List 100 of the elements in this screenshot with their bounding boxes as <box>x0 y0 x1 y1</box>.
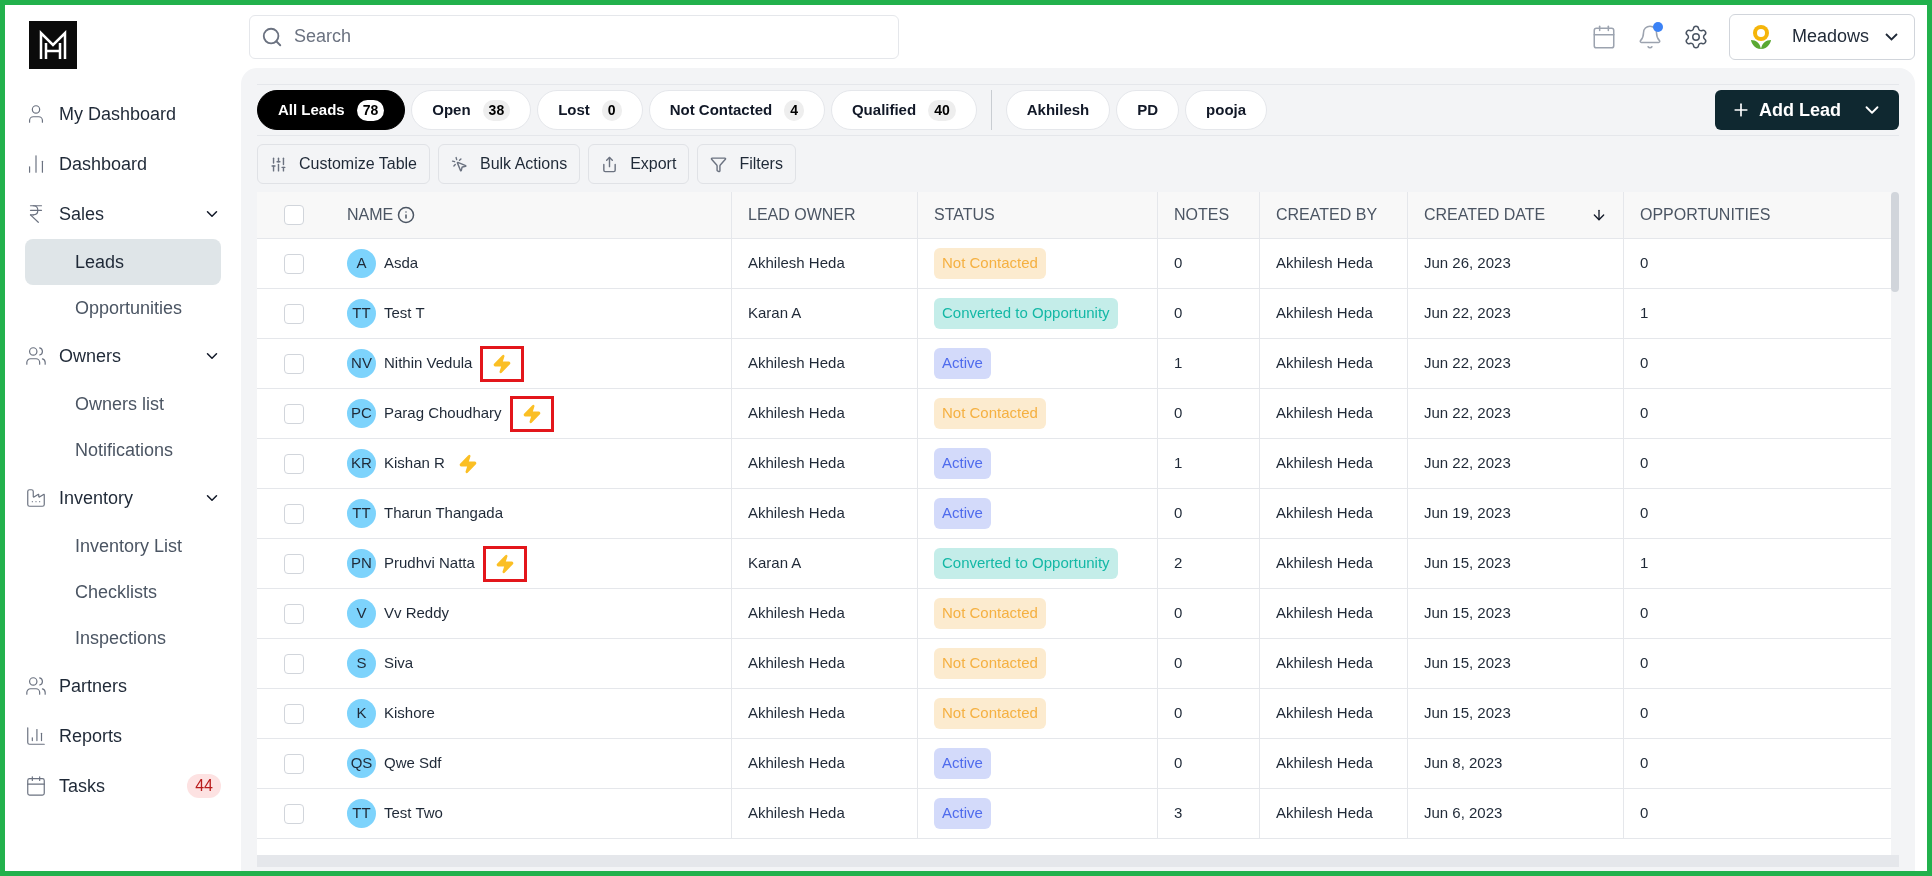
nav-item[interactable]: Owners <box>13 331 233 381</box>
checkbox[interactable] <box>284 553 304 574</box>
nav-subitem[interactable]: Leads <box>25 239 221 285</box>
toolbar-button[interactable]: Bulk Actions <box>438 144 581 184</box>
table-row[interactable]: QS Qwe Sdf Akhilesh Heda Active 0 Akhilesh Heda Jun 8, 2023 0 <box>257 739 1891 789</box>
lead-name[interactable]: Prudhvi Natta <box>384 552 475 575</box>
nav-subitem[interactable]: Owners list <box>25 381 221 427</box>
checkbox[interactable] <box>284 353 304 374</box>
column-header[interactable]: OPPORTUNITIES <box>1640 203 1771 227</box>
nav-label: Sales <box>59 202 105 226</box>
toolbar-button[interactable]: Filters <box>697 144 796 184</box>
nav-item[interactable]: My Dashboard <box>13 89 233 139</box>
checkbox[interactable] <box>284 603 304 624</box>
lead-name[interactable]: Asda <box>384 252 419 275</box>
filter-tab[interactable]: All Leads 78 <box>257 90 406 130</box>
nav-subitem[interactable]: Inventory List <box>25 523 221 569</box>
table-cell-text: Akhilesh Heda <box>1276 603 1373 624</box>
filter-tab[interactable]: Qualified 40 <box>830 90 977 130</box>
nav-item[interactable]: Dashboard <box>13 139 233 189</box>
nav-subitem[interactable]: Notifications <box>25 427 221 473</box>
column-header[interactable]: STATUS <box>934 203 995 227</box>
toolbar-button[interactable]: Export <box>588 144 690 184</box>
table-cell-text: Akhilesh Heda <box>1276 303 1373 324</box>
table-row[interactable]: TT Test Two Akhilesh Heda Active 3 Akhilesh Heda Jun 6, 2023 0 <box>257 789 1891 839</box>
account-dropdown[interactable]: Meadows <box>1728 13 1915 60</box>
checkbox[interactable] <box>284 453 304 474</box>
lead-name[interactable]: Test T <box>384 302 425 325</box>
lead-name[interactable]: Qwe Sdf <box>384 752 442 775</box>
nav-item[interactable]: Inventory <box>13 473 233 523</box>
table-row[interactable]: KR Kishan R Akhilesh Heda Active 1 Akhilesh Heda Jun 22, 2023 0 <box>257 439 1891 489</box>
calendar-icon[interactable] <box>1590 23 1617 50</box>
checkbox[interactable] <box>284 503 304 524</box>
sliders-icon <box>270 155 287 173</box>
lead-name[interactable]: Kishan R <box>384 452 445 475</box>
filter-tab[interactable]: Open 38 <box>411 90 532 130</box>
table-cell-text: Akhilesh Heda <box>748 503 845 524</box>
column-header[interactable]: NAME <box>347 203 394 227</box>
search-field[interactable]: Search <box>249 14 899 59</box>
nav-subitem[interactable]: Inspections <box>25 615 221 661</box>
checkbox[interactable] <box>284 803 304 824</box>
filter-tab[interactable]: Not Contacted 4 <box>648 90 825 130</box>
checkbox[interactable] <box>284 703 304 724</box>
checkbox[interactable] <box>284 303 304 324</box>
table-row[interactable]: PC Parag Choudhary Akhilesh Heda Not Contacted 0 Akhilesh Heda Jun 22, 2023 0 <box>257 389 1891 439</box>
table-row[interactable]: PN Prudhvi Natta Karan A Converted to Opportunity 2 Akhilesh Heda Jun 15, 2023 1 <box>257 539 1891 589</box>
nav-item[interactable]: Sales <box>13 189 233 239</box>
column-header[interactable]: LEAD OWNER <box>748 203 856 227</box>
lead-name[interactable]: Siva <box>384 652 414 675</box>
owner-filter[interactable]: PD <box>1116 90 1180 130</box>
nav-item[interactable]: Partners <box>13 661 233 711</box>
checkbox[interactable] <box>284 753 304 774</box>
status-tag: Not Contacted <box>934 648 1046 679</box>
status-tag: Not Contacted <box>934 598 1046 629</box>
filter-tab[interactable]: Lost 0 <box>537 90 643 130</box>
table-row[interactable]: TT Tharun Thangada Akhilesh Heda Active 0 Akhilesh Heda Jun 19, 2023 0 <box>257 489 1891 539</box>
nav-label: Dashboard <box>59 152 148 176</box>
column-header[interactable]: NOTES <box>1174 203 1230 227</box>
table-row[interactable]: S Siva Akhilesh Heda Not Contacted 0 Akhilesh Heda Jun 15, 2023 0 <box>257 639 1891 689</box>
column-header[interactable]: CREATED BY <box>1276 203 1378 227</box>
table-row[interactable]: A Asda Akhilesh Heda Not Contacted 0 Akhilesh Heda Jun 26, 2023 0 <box>257 239 1891 289</box>
logo[interactable] <box>29 21 77 69</box>
checkbox[interactable] <box>284 653 304 674</box>
nav-item[interactable]: Tasks 44 <box>13 761 233 811</box>
horizontal-scrollbar[interactable] <box>257 855 1899 867</box>
table-row[interactable]: K Kishore Akhilesh Heda Not Contacted 0 Akhilesh Heda Jun 15, 2023 0 <box>257 689 1891 739</box>
table-cell-text: Jun 22, 2023 <box>1424 303 1511 324</box>
table-cell-text: Akhilesh Heda <box>748 403 845 424</box>
table-cell-text: 0 <box>1174 653 1183 674</box>
info-icon[interactable] <box>397 206 416 224</box>
table-cell-text: Akhilesh Heda <box>1276 753 1373 774</box>
table-row[interactable]: NV Nithin Vedula Akhilesh Heda Active 1 Akhilesh Heda Jun 22, 2023 0 <box>257 339 1891 389</box>
table-cell-text: Jun 15, 2023 <box>1424 703 1511 724</box>
lead-name[interactable]: Parag Choudhary <box>384 402 502 425</box>
nav-subitem[interactable]: Checklists <box>25 569 221 615</box>
settings-icon[interactable] <box>1682 23 1709 50</box>
owner-filter[interactable]: Akhilesh <box>1005 90 1111 130</box>
lead-name[interactable]: Kishore <box>384 702 435 725</box>
table-cell-text: Akhilesh Heda <box>748 753 845 774</box>
table-cell-text: Karan A <box>748 303 802 324</box>
table-row[interactable]: V Vv Reddy Akhilesh Heda Not Contacted 0 Akhilesh Heda Jun 15, 2023 0 <box>257 589 1891 639</box>
lead-name[interactable]: Tharun Thangada <box>384 502 503 525</box>
table-cell-text: 0 <box>1174 753 1183 774</box>
column-header[interactable]: CREATED DATE <box>1424 203 1546 227</box>
add-lead-button[interactable]: Add Lead <box>1715 90 1899 130</box>
status-tag: Converted to Opportunity <box>934 298 1118 329</box>
checkbox[interactable] <box>284 403 304 424</box>
checkbox[interactable] <box>284 253 304 274</box>
table-row[interactable]: TT Test T Karan A Converted to Opportunity 0 Akhilesh Heda Jun 22, 2023 1 <box>257 289 1891 339</box>
table-cell-text: 0 <box>1640 753 1649 774</box>
avatar: V <box>347 599 376 628</box>
table-cell-text: Akhilesh Heda <box>748 253 845 274</box>
owner-filter[interactable]: pooja <box>1185 90 1268 130</box>
lead-name[interactable]: Test Two <box>384 802 443 825</box>
toolbar-button[interactable]: Customize Table <box>257 144 430 184</box>
lead-name[interactable]: Vv Reddy <box>384 602 450 625</box>
lead-name[interactable]: Nithin Vedula <box>384 352 473 375</box>
checkbox[interactable] <box>284 205 304 225</box>
nav-subitem[interactable]: Opportunities <box>25 285 221 331</box>
vertical-scrollbar[interactable] <box>1891 192 1899 292</box>
nav-item[interactable]: Reports <box>13 711 233 761</box>
